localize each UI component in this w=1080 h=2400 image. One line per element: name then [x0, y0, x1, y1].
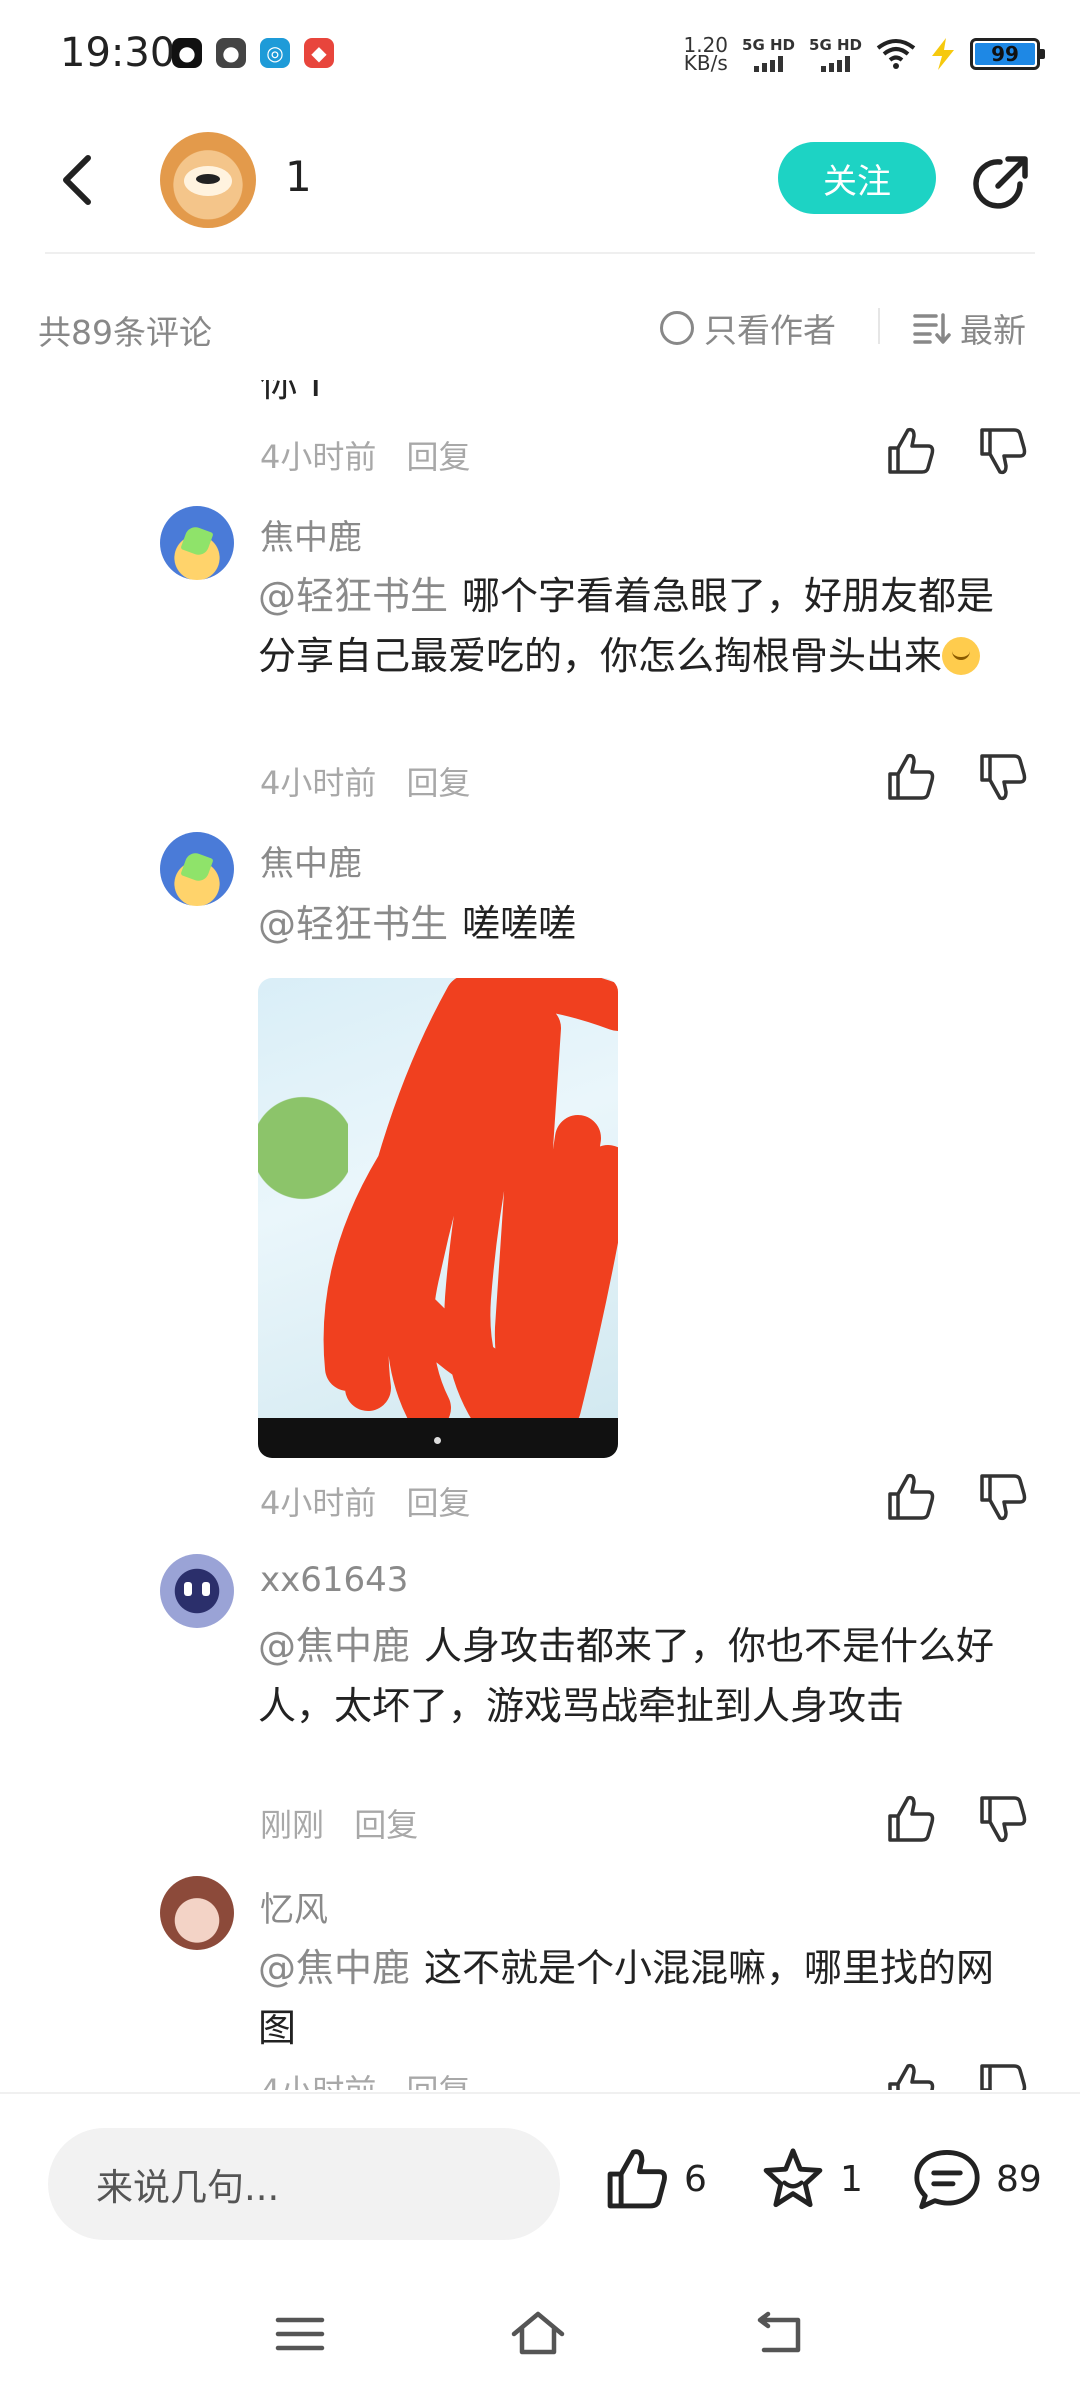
comment-time: 4小时前 — [260, 764, 377, 802]
comment-image[interactable] — [258, 978, 618, 1458]
thumbs-up-icon[interactable] — [884, 1792, 938, 1846]
avatar[interactable] — [160, 1876, 234, 1950]
header-divider — [45, 252, 1035, 254]
comments-button[interactable]: 89 — [912, 2146, 1042, 2212]
signal-sim1-icon: 5G HD — [742, 36, 795, 72]
notification-icons: ● ● ◎ ◆ — [172, 38, 334, 68]
comment-time: 4小时前 — [260, 438, 377, 476]
image-page-dot — [434, 1437, 441, 1444]
page-header: 1 关注 — [0, 110, 1080, 250]
home-icon[interactable] — [510, 2306, 566, 2362]
divider — [878, 308, 880, 344]
favorite-count: 1 — [840, 2158, 863, 2200]
sort-label: 最新 — [960, 311, 1026, 350]
reply-button[interactable]: 回复 — [407, 438, 471, 476]
favorite-button[interactable]: 1 — [760, 2146, 863, 2212]
mention[interactable]: @焦中鹿 — [258, 1946, 410, 1990]
sort-icon — [913, 313, 951, 344]
comment-text: @焦中鹿 人身攻击都来了，你也不是什么好人，太坏了，游戏骂战牵扯到人身攻击 — [258, 1624, 995, 1728]
sort-button[interactable]: 最新 — [912, 304, 1026, 352]
menu-icon[interactable] — [272, 2306, 328, 2362]
comment-meta: 4小时前 回复 — [260, 2066, 471, 2090]
user-avatar[interactable] — [160, 132, 256, 228]
thumbs-up-icon[interactable] — [884, 2060, 938, 2090]
status-right: 1.20 KB/s 5G HD 5G HD 99 — [683, 33, 1045, 75]
author-only-toggle[interactable]: 只看作者 — [660, 304, 836, 352]
avatar[interactable] — [160, 506, 234, 580]
comment-text: @轻狂书生 嗟嗟嗟 — [258, 902, 577, 946]
app-icon: ◎ — [260, 38, 290, 68]
thumbs-down-icon[interactable] — [976, 750, 1030, 804]
battery-icon: 99 — [970, 38, 1045, 70]
comment-author[interactable]: 忆风 — [260, 1882, 328, 1931]
back-nav-icon[interactable] — [752, 2306, 808, 2362]
author-only-label: 只看作者 — [704, 311, 836, 350]
comment-meta: 4小时前 回复 — [260, 1478, 471, 1524]
comment-text: @轻狂书生 哪个字看着急眼了，好朋友都是分享自己最爱吃的，你怎么掏根骨头出来 — [258, 574, 995, 678]
thumbs-up-icon — [607, 2149, 667, 2209]
comment-meta: 4小时前 回复 — [260, 758, 471, 804]
comment-count: 共89条评论 — [38, 313, 212, 352]
like-button[interactable]: 6 — [604, 2146, 707, 2212]
follow-button[interactable]: 关注 — [778, 142, 936, 214]
comment-author[interactable]: 焦中鹿 — [260, 510, 362, 559]
radio-icon — [660, 311, 694, 345]
status-time: 19:30 — [60, 30, 176, 76]
comment-text: @焦中鹿 这不就是个小混混嘛，哪里找的网图 — [258, 1946, 995, 2050]
thumbs-down-icon[interactable] — [976, 2060, 1030, 2090]
thumbs-down-icon[interactable] — [976, 424, 1030, 478]
mention[interactable]: @轻狂书生 — [258, 574, 448, 618]
back-button[interactable] — [50, 150, 110, 210]
thumbs-up-icon[interactable] — [884, 750, 938, 804]
comment-filter-bar: 共89条评论 只看作者 最新 — [0, 290, 1080, 360]
signal-sim2-icon: 5G HD — [809, 36, 862, 72]
avatar[interactable] — [160, 832, 234, 906]
thumbs-up-icon[interactable] — [884, 1470, 938, 1524]
like-count: 6 — [684, 2158, 707, 2200]
wechat-icon: ● — [216, 38, 246, 68]
thumbs-down-icon[interactable] — [976, 1792, 1030, 1846]
comment-total: 89 — [996, 2158, 1042, 2200]
comment-time: 刚刚 — [260, 1806, 325, 1844]
comment-meta: 刚刚 回复 — [260, 1800, 418, 1846]
thumbs-up-icon[interactable] — [884, 424, 938, 478]
bottom-action-bar: 来说几句... 6 1 89 — [0, 2092, 1080, 2262]
comment-author[interactable]: xx61643 — [260, 1560, 408, 1600]
qq-icon: ● — [172, 38, 202, 68]
reply-button[interactable]: 回复 — [407, 2072, 471, 2090]
mention[interactable]: @焦中鹿 — [258, 1624, 410, 1668]
comment-list: 你 I 4小时前 回复 焦中鹿 @轻狂书生 哪个字看着急眼了，好朋友都是分享自己最… — [0, 380, 1080, 2090]
mention[interactable]: @轻狂书生 — [258, 902, 448, 946]
reply-button[interactable]: 回复 — [407, 764, 471, 802]
username[interactable]: 1 — [285, 152, 312, 201]
comment-input[interactable]: 来说几句... — [48, 2128, 560, 2240]
net-speed: 1.20 KB/s — [683, 33, 729, 75]
comment-bubble-icon — [914, 2150, 980, 2210]
thumbs-down-icon[interactable] — [976, 1470, 1030, 1524]
reply-button[interactable]: 回复 — [407, 1484, 471, 1522]
comment-meta: 4小时前 回复 — [260, 432, 471, 478]
status-bar: 19:30 ● ● ◎ ◆ 1.20 KB/s 5G HD 5G HD 99 — [0, 0, 1080, 110]
charging-icon — [932, 38, 954, 70]
reply-button[interactable]: 回复 — [354, 1806, 418, 1844]
avatar[interactable] — [160, 1554, 234, 1628]
comment-text: 你 I — [260, 380, 322, 405]
comment-author[interactable]: 焦中鹿 — [260, 836, 362, 885]
redaction-scribble — [323, 978, 618, 1438]
star-icon — [763, 2148, 823, 2208]
wifi-icon — [876, 39, 916, 69]
system-nav-bar — [0, 2270, 1080, 2400]
comment-time: 4小时前 — [260, 2072, 376, 2090]
emoji-icon — [942, 637, 981, 675]
comment-time: 4小时前 — [260, 1484, 377, 1522]
app-icon-2: ◆ — [304, 38, 334, 68]
share-icon[interactable] — [970, 150, 1034, 214]
